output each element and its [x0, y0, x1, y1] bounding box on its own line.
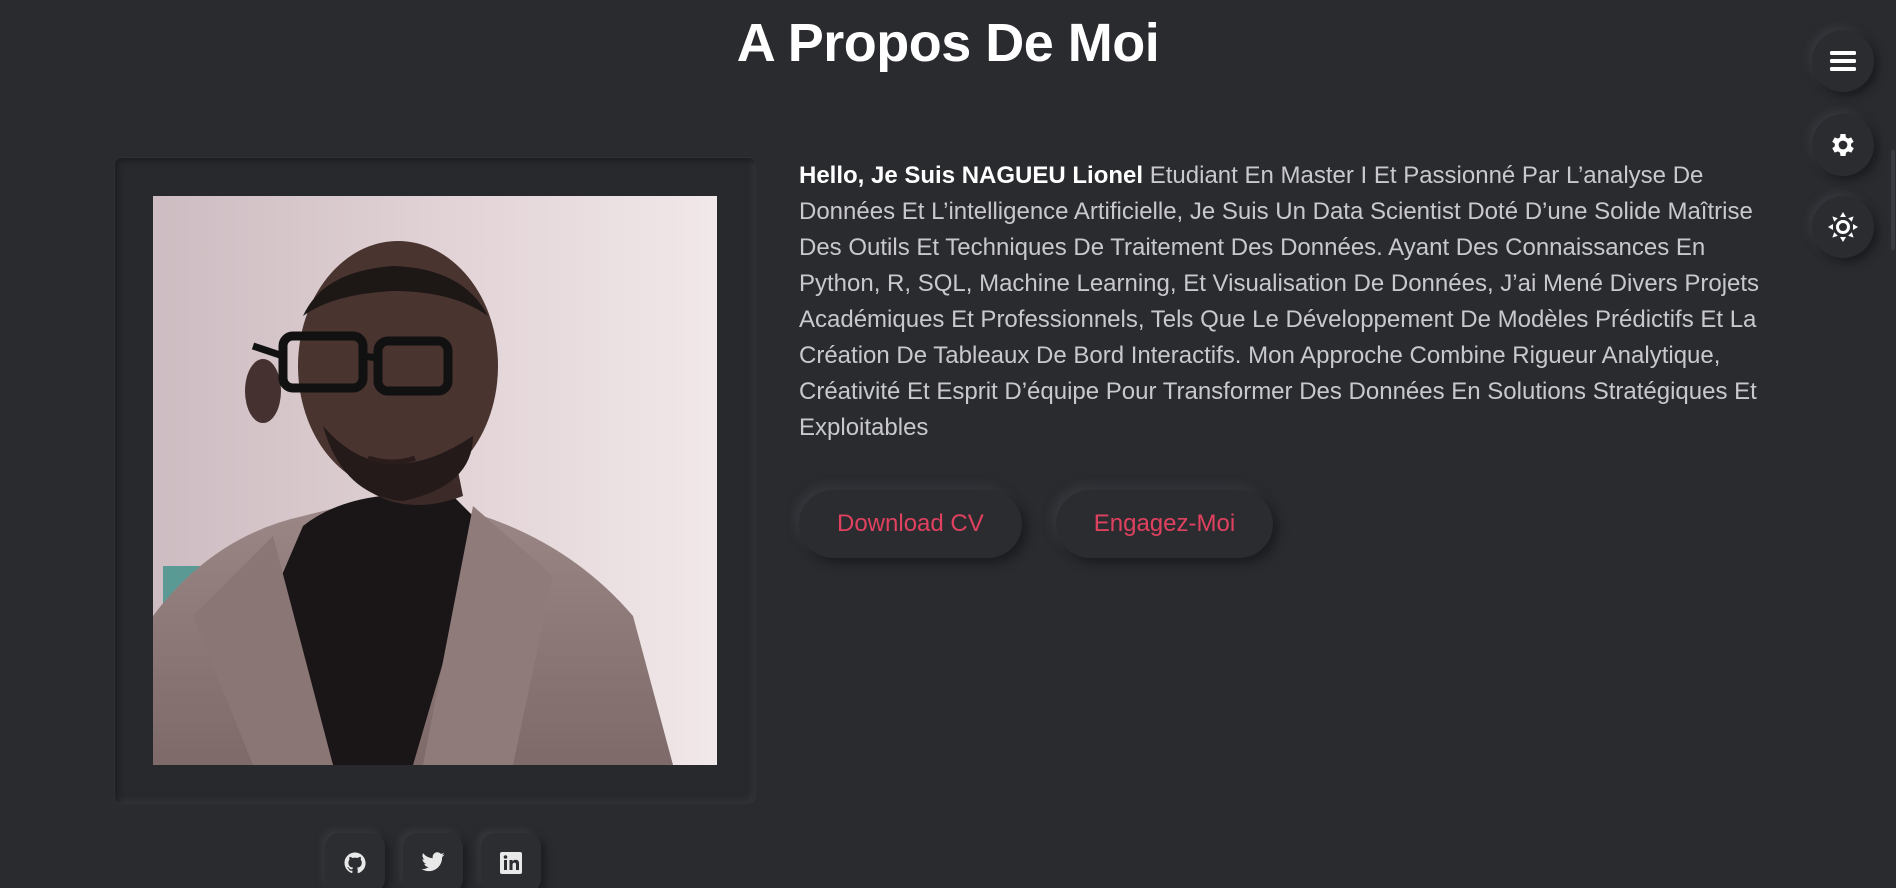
download-cv-button[interactable]: Download CV: [799, 490, 1022, 558]
gear-icon: [1832, 134, 1854, 156]
linkedin-link[interactable]: [481, 833, 541, 888]
sun-icon: [1828, 212, 1858, 242]
page-title: A Propos De Moi: [736, 13, 1160, 73]
scrollbar-track[interactable]: [1890, 0, 1896, 888]
settings-button[interactable]: [1812, 114, 1874, 176]
linkedin-icon: [500, 852, 522, 874]
theme-toggle-button[interactable]: [1812, 196, 1874, 258]
twitter-icon: [421, 852, 445, 872]
profile-photo: [153, 196, 717, 765]
hire-me-button[interactable]: Engagez-Moi: [1055, 490, 1274, 558]
scrollbar-thumb[interactable]: [1891, 150, 1895, 250]
about-actions: Download CV Engagez-Moi: [799, 490, 1274, 558]
about-body: Etudiant En Master I Et Passionné Par L’…: [799, 162, 1760, 441]
twitter-link[interactable]: [403, 833, 463, 888]
about-description: Hello, Je Suis NAGUEU Lionel Etudiant En…: [799, 158, 1779, 446]
github-icon: [344, 852, 366, 874]
menu-icon: [1830, 51, 1856, 71]
github-link[interactable]: [325, 833, 385, 888]
social-links: [325, 833, 541, 888]
about-intro: Hello, Je Suis NAGUEU Lionel: [799, 162, 1144, 189]
menu-button[interactable]: [1812, 30, 1874, 92]
